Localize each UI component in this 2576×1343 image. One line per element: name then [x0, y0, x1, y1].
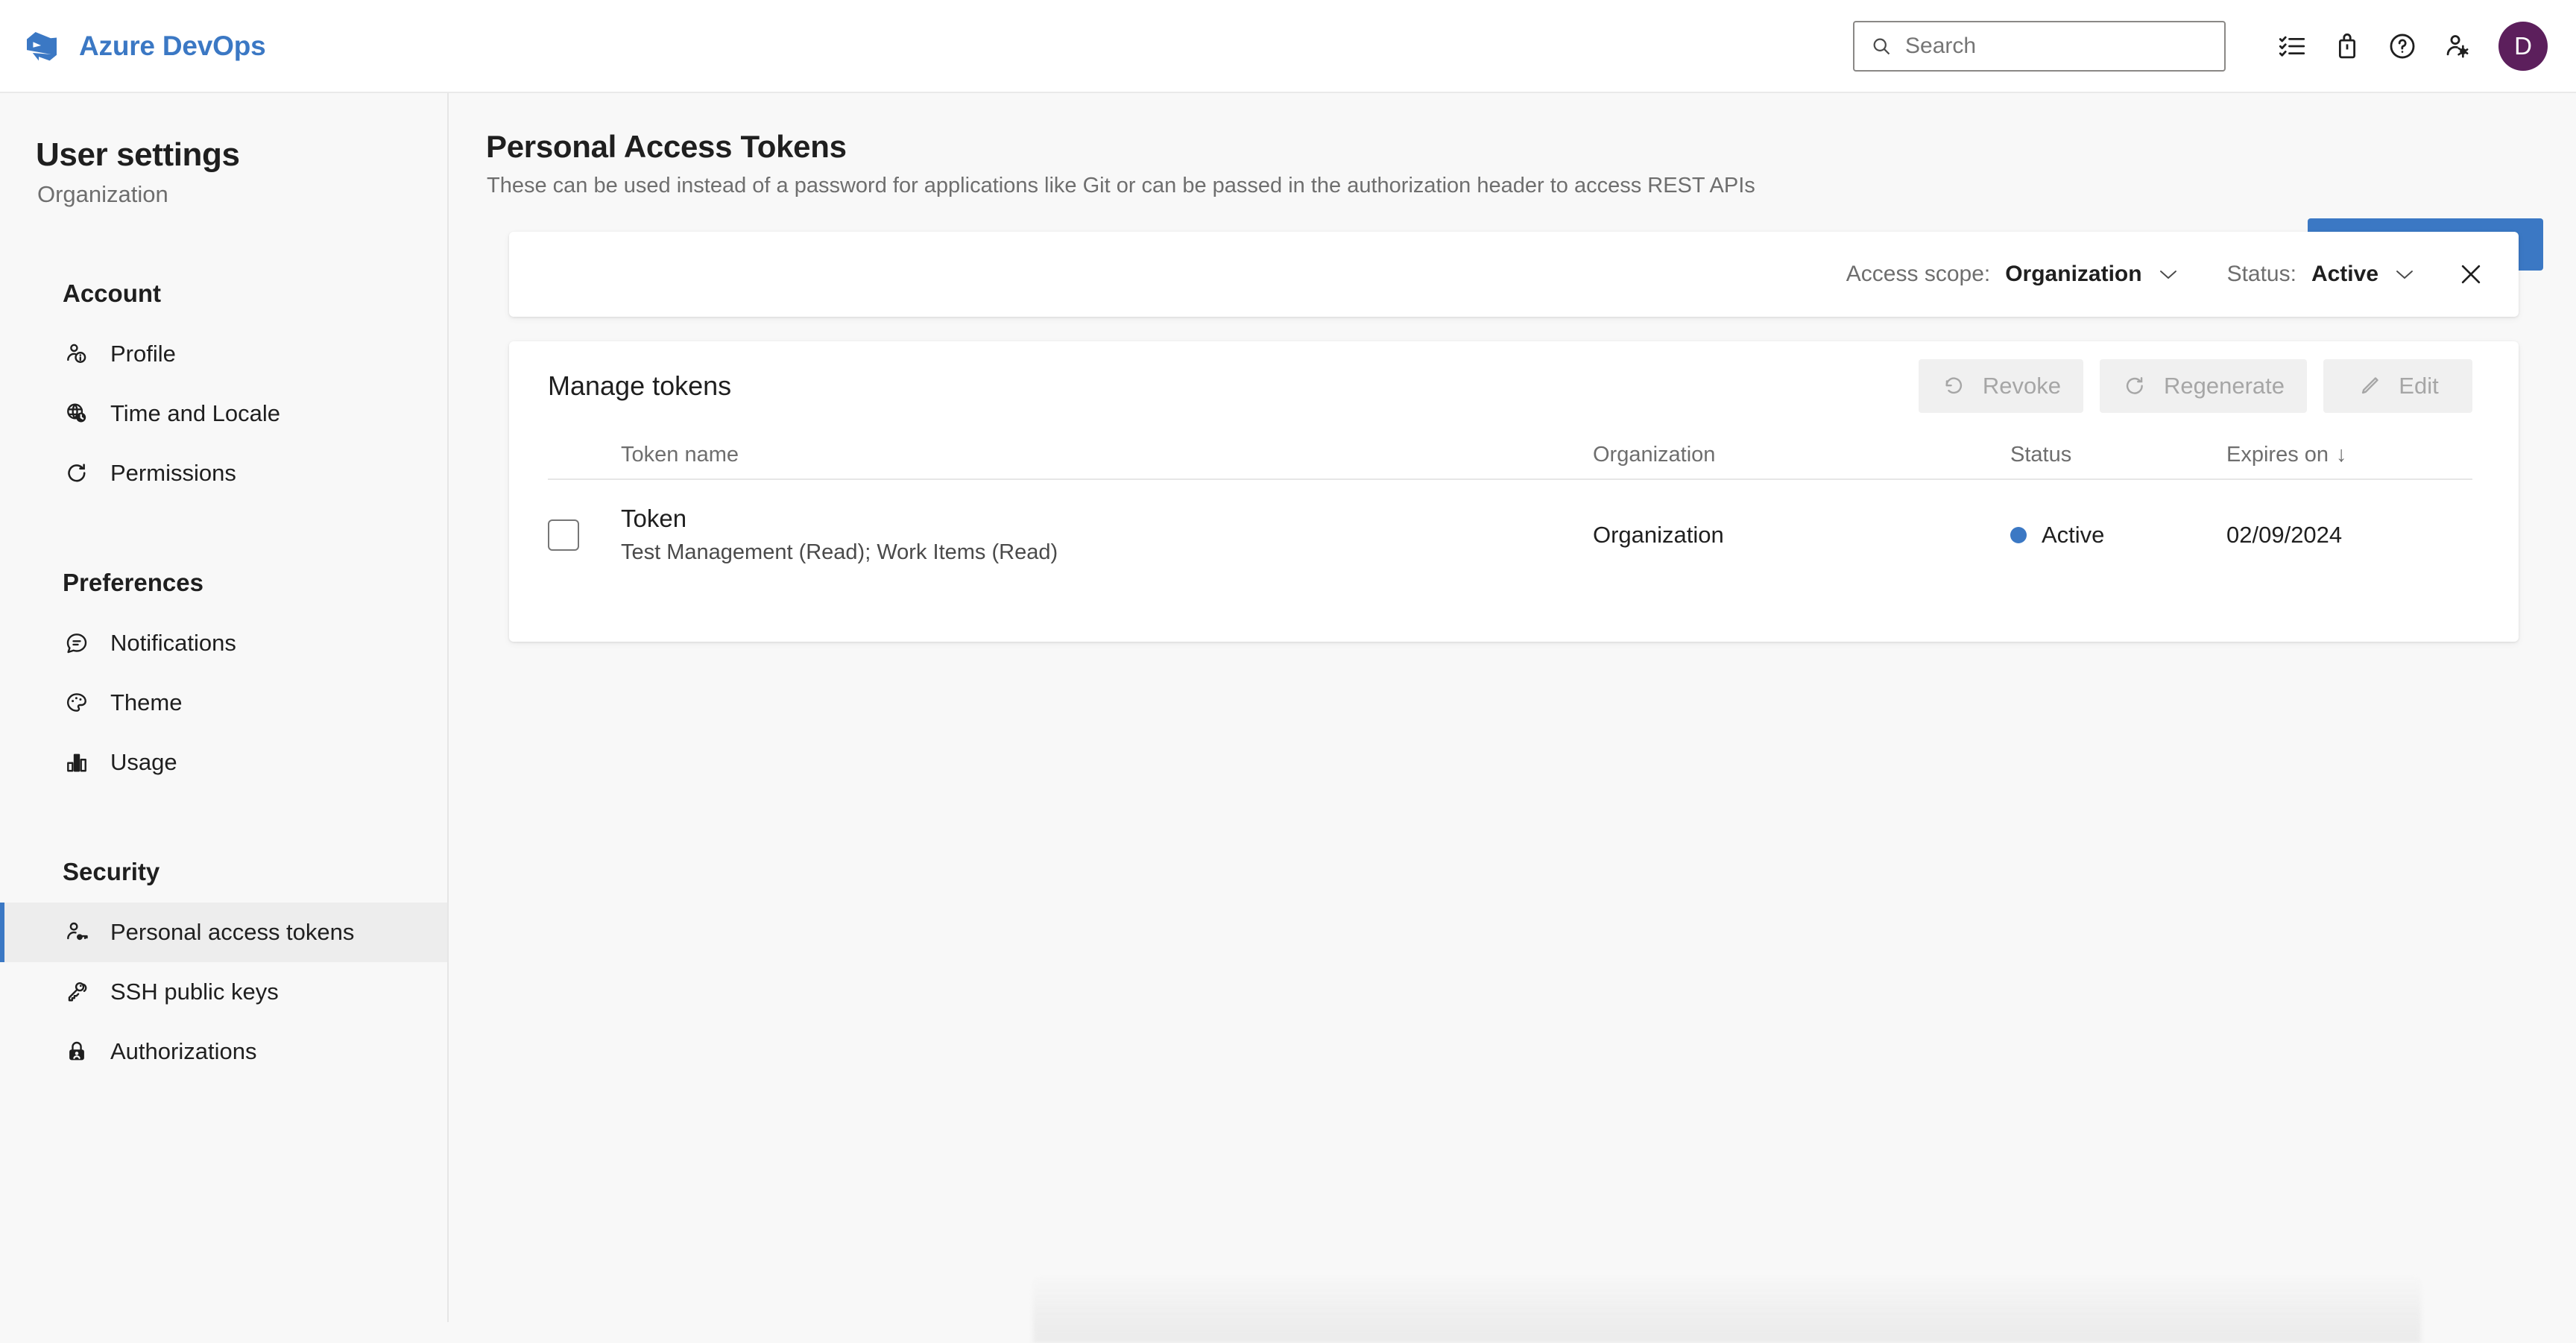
column-header-status[interactable]: Status: [2010, 443, 2226, 467]
top-bar: Azure DevOps Search D: [0, 0, 2576, 93]
palette-icon: [63, 689, 91, 717]
token-name: Token: [621, 504, 687, 532]
shopping-bag-icon[interactable]: [2320, 19, 2375, 74]
sidebar-item-label: Theme: [110, 689, 183, 715]
sidebar-item-label: Notifications: [110, 630, 236, 656]
person-info-icon: [63, 340, 91, 368]
chevron-down-icon: [2157, 268, 2179, 281]
main-content: Personal Access Tokens These can be used…: [450, 93, 2576, 1343]
sidebar-item-label: Usage: [110, 749, 177, 775]
column-header-organization[interactable]: Organization: [1593, 443, 2010, 467]
sidebar-item-personal-access-tokens[interactable]: Personal access tokens: [0, 903, 447, 962]
help-circle-icon[interactable]: [2375, 19, 2430, 74]
filter-status-value: Active: [2311, 262, 2378, 286]
sidebar-item-time-and-locale[interactable]: Time and Locale: [0, 384, 447, 443]
close-icon[interactable]: [2449, 252, 2493, 297]
sidebar-item-usage[interactable]: Usage: [0, 733, 447, 792]
token-status: Active: [2042, 522, 2105, 548]
table-header-row: Token name Organization Status Expires o…: [548, 431, 2472, 478]
revoke-button[interactable]: Revoke: [1918, 359, 2083, 413]
page-title: Personal Access Tokens: [486, 129, 847, 164]
search-icon: [1871, 36, 1892, 57]
column-header-expires-on[interactable]: Expires on ↓: [2226, 443, 2472, 467]
column-header-expires-on-label: Expires on: [2226, 442, 2329, 467]
filter-status-label: Status:: [2226, 262, 2296, 286]
token-organization: Organization: [1593, 522, 1724, 548]
refresh-icon: [63, 459, 91, 487]
revoke-button-label: Revoke: [1982, 373, 2061, 399]
sidebar-item-label: Personal access tokens: [110, 919, 355, 945]
manage-tokens-header: Manage tokens Revoke Regenerate Edit: [509, 341, 2519, 431]
table-row[interactable]: Token Test Management (Read); Work Items…: [548, 480, 2472, 590]
nav-group-security: Security: [63, 858, 160, 885]
sidebar-item-profile[interactable]: Profile: [0, 324, 447, 384]
row-checkbox[interactable]: [548, 519, 579, 551]
sidebar: User settings Organization Account Profi…: [0, 93, 449, 1322]
sidebar-item-permissions[interactable]: Permissions: [0, 443, 447, 503]
sort-descending-icon: ↓: [2336, 442, 2347, 467]
refresh-icon: [2122, 373, 2147, 399]
person-key-icon: [63, 918, 91, 947]
token-expires-on: 02/09/2024: [2226, 522, 2343, 548]
manage-tokens-panel: Manage tokens Revoke Regenerate Edit Tok…: [509, 341, 2519, 642]
brand-label: Azure DevOps: [79, 30, 266, 61]
sidebar-item-label: Permissions: [110, 460, 236, 486]
globe-clock-icon: [63, 399, 91, 428]
manage-tokens-actions: Revoke Regenerate Edit: [1918, 359, 2472, 413]
sidebar-title: User settings: [36, 136, 240, 173]
sidebar-item-label: SSH public keys: [110, 979, 279, 1005]
keys-icon: [63, 978, 91, 1006]
edit-button[interactable]: Edit: [2323, 359, 2472, 413]
lock-person-icon: [63, 1037, 91, 1066]
sidebar-item-authorizations[interactable]: Authorizations: [0, 1022, 447, 1081]
sidebar-item-label: Time and Locale: [110, 400, 281, 426]
bottom-panel-edge: [1033, 1274, 2421, 1343]
avatar[interactable]: D: [2498, 21, 2548, 71]
status-dot-icon: [2010, 527, 2027, 543]
regenerate-button-label: Regenerate: [2163, 373, 2285, 399]
search-box[interactable]: [1853, 20, 2226, 72]
column-header-token-name[interactable]: Token name: [621, 443, 1593, 467]
filter-access-scope-label: Access scope:: [1846, 262, 1991, 286]
search-input[interactable]: [1905, 33, 2208, 59]
comment-icon: [63, 629, 91, 657]
undo-icon: [1941, 373, 1966, 399]
pencil-icon: [2357, 373, 2382, 399]
sidebar-item-label: Profile: [110, 341, 176, 367]
nav-group-account: Account: [63, 279, 161, 307]
filter-status[interactable]: Status: Active: [2218, 256, 2425, 293]
filter-bar: Access scope: Organization Status: Activ…: [509, 232, 2519, 317]
sidebar-item-theme[interactable]: Theme: [0, 673, 447, 733]
azure-devops-logo-icon: [24, 28, 60, 64]
regenerate-button[interactable]: Regenerate: [2099, 359, 2307, 413]
token-scopes: Test Management (Read); Work Items (Read…: [621, 540, 1058, 565]
sidebar-item-ssh-public-keys[interactable]: SSH public keys: [0, 962, 447, 1022]
manage-tokens-title: Manage tokens: [548, 370, 732, 401]
top-bar-actions: D: [1853, 19, 2548, 74]
checklist-icon[interactable]: [2264, 19, 2320, 74]
chevron-down-icon: [2393, 268, 2416, 281]
edit-button-label: Edit: [2399, 373, 2439, 399]
filter-access-scope-value: Organization: [2005, 262, 2142, 286]
avatar-initial: D: [2514, 31, 2532, 60]
nav-group-preferences: Preferences: [63, 569, 203, 596]
user-settings-icon[interactable]: [2430, 19, 2485, 74]
sidebar-subtitle: Organization: [37, 181, 168, 207]
brand[interactable]: Azure DevOps: [24, 28, 266, 64]
sidebar-item-label: Authorizations: [110, 1038, 257, 1064]
tokens-table: Token name Organization Status Expires o…: [509, 431, 2519, 590]
filter-access-scope[interactable]: Access scope: Organization: [1837, 256, 2188, 293]
page-description: These can be used instead of a password …: [487, 174, 1755, 197]
bar-chart-icon: [63, 748, 91, 777]
sidebar-item-notifications[interactable]: Notifications: [0, 613, 447, 673]
